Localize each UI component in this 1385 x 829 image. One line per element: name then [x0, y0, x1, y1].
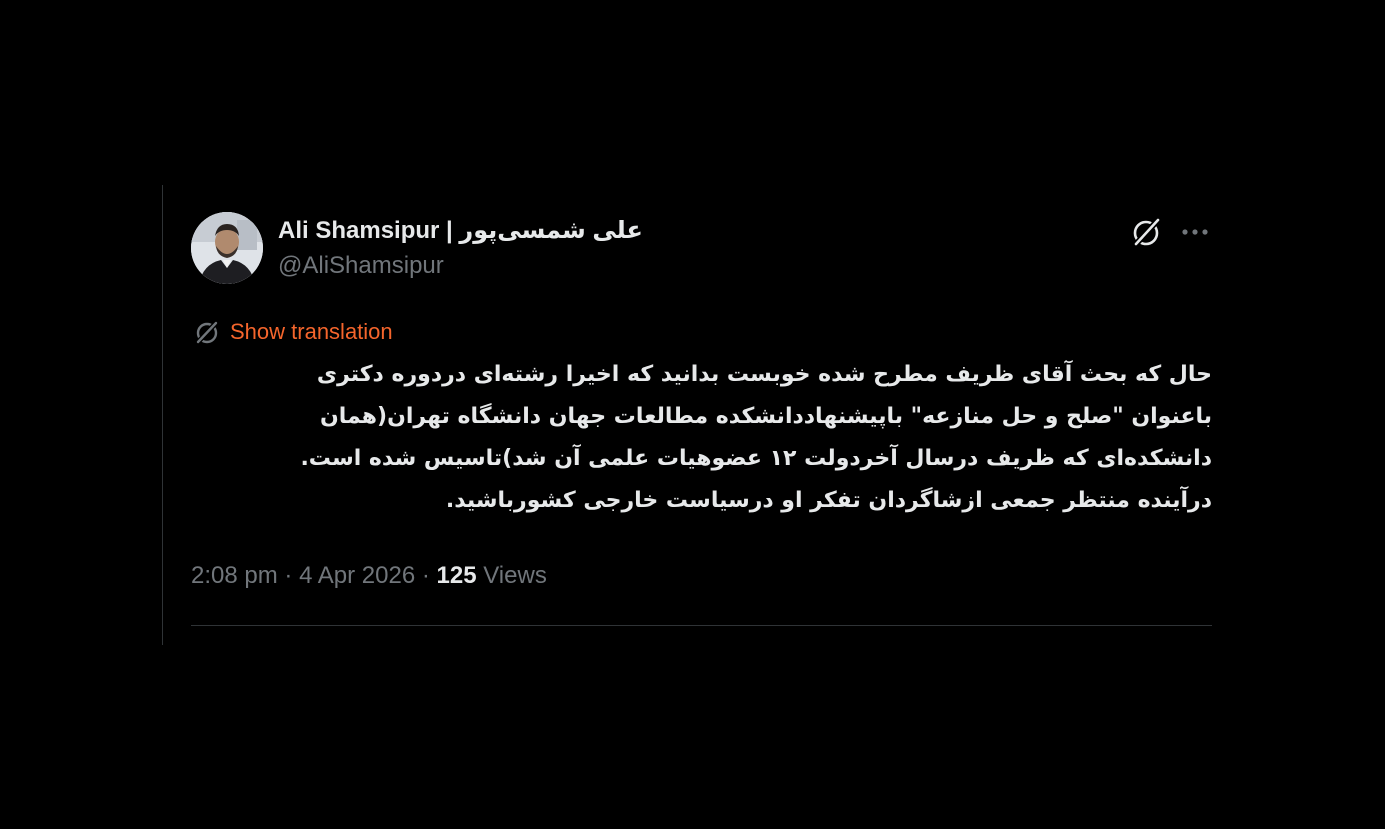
views-count[interactable]: 125 [437, 562, 477, 589]
divider [191, 625, 1212, 626]
tweet-text: حال که بحث آقای ظریف مطرح شده خوبست بدان… [191, 354, 1212, 522]
more-icon[interactable] [1178, 220, 1212, 244]
show-translation-button[interactable]: Show translation [194, 318, 393, 346]
tweet-text-line: حال که بحث آقای ظریف مطرح شده خوبست بدان… [316, 362, 1212, 387]
tweet-time[interactable]: 2:08 pm [191, 562, 278, 589]
handle[interactable]: @AliShamsipur [278, 252, 643, 280]
tweet-text-line: باعنوان "صلح و حل منازعه" باپیشنهاددانشک… [319, 404, 1212, 429]
author-names: Ali Shamsipur | علی شمسی‌پور @AliShamsip… [278, 216, 643, 280]
tweet-date[interactable]: 4 Apr 2026 [299, 562, 415, 589]
tweet[interactable]: Ali Shamsipur | علی شمسی‌پور @AliShamsip… [191, 212, 1212, 626]
views-label: Views [483, 562, 547, 589]
meta-separator: · [284, 562, 293, 589]
translate-icon [196, 321, 218, 344]
avatar-icon [191, 212, 263, 284]
thread-line [162, 185, 163, 645]
tweet-header: Ali Shamsipur | علی شمسی‌پور @AliShamsip… [191, 212, 1212, 288]
display-name[interactable]: Ali Shamsipur | علی شمسی‌پور [278, 216, 643, 246]
avatar[interactable] [191, 212, 263, 284]
tweet-meta: 2:08 pm · 4 Apr 2026 · 125 Views [191, 562, 547, 590]
grok-icon[interactable] [1130, 216, 1162, 248]
tweet-text-line: دانشکده‌ای که ظریف درسال آخردولت ۱۲ عضوه… [300, 446, 1212, 471]
tweet-text-line: درآینده منتظر جمعی ازشاگردان تفکر او درس… [445, 488, 1212, 513]
meta-separator: · [421, 562, 430, 589]
show-translation-label: Show translation [230, 319, 393, 344]
